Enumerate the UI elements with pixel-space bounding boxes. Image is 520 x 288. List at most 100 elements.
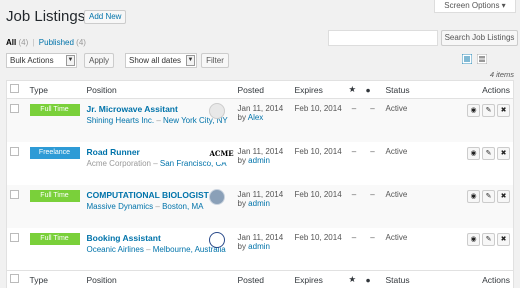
- row-checkbox-cell[interactable]: [7, 99, 27, 142]
- bulk-actions-value: Bulk Actions: [10, 56, 54, 65]
- pencil-icon: ✎: [485, 107, 492, 114]
- filled-column-header[interactable]: ●: [362, 80, 383, 99]
- expires-cell: Feb 10, 2014: [294, 189, 342, 199]
- add-new-button[interactable]: Add New: [84, 10, 127, 24]
- list-view-icon[interactable]: [462, 54, 472, 64]
- job-type-badge: Full Time: [29, 232, 80, 245]
- delete-button[interactable]: ✖: [497, 232, 510, 246]
- edit-button[interactable]: ✎: [482, 104, 495, 117]
- posted-by: by admin: [237, 198, 270, 208]
- row-checkbox-cell[interactable]: [7, 185, 27, 228]
- position-cell: Jr. Microwave Assitant Shining Hearts Inc…: [84, 99, 235, 142]
- row-checkbox-cell[interactable]: [7, 228, 27, 271]
- type-column-footer[interactable]: Type: [26, 270, 84, 288]
- filled-cell: –: [370, 232, 375, 242]
- select-all-checkbox[interactable]: [10, 274, 19, 283]
- pencil-icon: ✎: [485, 192, 492, 200]
- featured-cell: –: [351, 104, 357, 113]
- company-name: Oceanic Airlines: [86, 244, 144, 254]
- featured-cell: –: [351, 232, 357, 242]
- view-button[interactable]: ◉: [467, 104, 480, 117]
- author-link[interactable]: admin: [248, 156, 270, 165]
- user-icon: ●: [365, 274, 371, 285]
- bulk-actions-select[interactable]: Bulk Actions ▼: [6, 53, 77, 68]
- company-name: Shining Hearts Inc.: [86, 116, 155, 125]
- user-icon: ●: [365, 84, 371, 95]
- select-all-checkbox[interactable]: [10, 84, 19, 93]
- job-type-badge: Full Time: [29, 189, 80, 202]
- star-icon: ★: [348, 274, 357, 284]
- filled-cell: –: [370, 189, 375, 199]
- company-logo: [208, 103, 225, 119]
- posted-by: by admin: [237, 155, 270, 165]
- company-logo: [208, 188, 225, 205]
- edit-button[interactable]: ✎: [482, 232, 495, 246]
- filter-button[interactable]: Filter: [201, 53, 229, 68]
- position-column-footer[interactable]: Position: [83, 270, 235, 288]
- posted-cell: Jan 11, 2014 by admin: [235, 185, 292, 228]
- table-row: Full Time Booking Assistant Oceanic Airlin…: [7, 228, 514, 271]
- type-cell: Full Time: [27, 228, 84, 271]
- view-button[interactable]: ◉: [467, 189, 480, 203]
- posted-by: by admin: [237, 241, 270, 251]
- posted-column-footer[interactable]: Posted: [234, 270, 292, 288]
- posted-cell: Jan 11, 2014 by admin: [235, 142, 292, 185]
- filter-all-link[interactable]: All (4): [6, 38, 28, 47]
- table-row: Full Time COMPUTATIONAL BIOLOGIST Massive …: [6, 184, 514, 228]
- dates-select[interactable]: Show all dates ▼: [125, 53, 197, 68]
- author-link[interactable]: Alex: [248, 113, 264, 122]
- expires-column-header[interactable]: Expires: [291, 80, 346, 99]
- location-separator: –: [154, 116, 163, 125]
- position-cell: COMPUTATIONAL BIOLOGIST Massive Dynamics …: [84, 185, 235, 228]
- actions-column-header: Actions: [444, 80, 514, 99]
- star-icon: ★: [348, 84, 357, 94]
- position-column-header[interactable]: Position: [83, 80, 235, 99]
- close-icon: ✖: [500, 192, 507, 200]
- select-all-footer[interactable]: [6, 270, 27, 288]
- search-job-listings-button[interactable]: Search Job Listings: [441, 30, 518, 46]
- excerpt-view-icon[interactable]: [477, 54, 487, 64]
- delete-button[interactable]: ✖: [497, 146, 510, 160]
- location-separator: –: [153, 201, 163, 211]
- status-column-header: Status: [382, 80, 445, 99]
- type-column-header[interactable]: Type: [26, 80, 84, 99]
- filled-column-footer[interactable]: ●: [362, 270, 383, 288]
- screen-options-button[interactable]: Screen Options ▾: [434, 0, 516, 13]
- actions-cell: ◉ ✎ ✖: [445, 228, 514, 271]
- posted-column-header[interactable]: Posted: [234, 80, 292, 99]
- select-all-header[interactable]: [6, 80, 27, 99]
- posted-cell: Jan 11, 2014 by admin: [235, 228, 292, 271]
- author-link[interactable]: admin: [248, 199, 270, 208]
- row-checkbox[interactable]: [10, 232, 19, 242]
- featured-column-footer[interactable]: ★: [345, 270, 363, 288]
- featured-column-header[interactable]: ★: [345, 80, 363, 99]
- job-location-link[interactable]: Boston, MA: [162, 202, 203, 211]
- actions-cell: ◉ ✎ ✖: [445, 142, 514, 185]
- row-checkbox[interactable]: [10, 104, 19, 113]
- chevron-down-icon: ▼: [186, 55, 195, 66]
- posted-date: Jan 11, 2014: [237, 146, 284, 156]
- row-checkbox-cell[interactable]: [7, 142, 27, 185]
- row-checkbox[interactable]: [10, 189, 19, 199]
- status-cell: Active: [385, 104, 408, 113]
- filter-published-link[interactable]: Published (4): [39, 38, 86, 47]
- view-button[interactable]: ◉: [467, 232, 480, 246]
- author-link[interactable]: admin: [248, 242, 270, 251]
- view-button[interactable]: ◉: [467, 146, 480, 160]
- row-checkbox[interactable]: [10, 146, 19, 156]
- job-listings-table: Type Position Posted Expires ★ ● Status …: [6, 80, 514, 288]
- search-input[interactable]: [328, 30, 438, 46]
- table-header-row: Type Position Posted Expires ★ ● Status …: [6, 80, 514, 99]
- featured-cell: –: [351, 189, 357, 199]
- expires-column-footer[interactable]: Expires: [291, 270, 346, 288]
- expires-cell: Feb 10, 2014: [294, 104, 342, 113]
- delete-button[interactable]: ✖: [497, 189, 510, 203]
- dates-value: Show all dates: [129, 56, 182, 65]
- edit-button[interactable]: ✎: [482, 189, 495, 203]
- apply-button[interactable]: Apply: [84, 53, 114, 68]
- edit-button[interactable]: ✎: [482, 146, 495, 160]
- table-footer-row: Type Position Posted Expires ★ ● Status …: [6, 270, 514, 288]
- delete-button[interactable]: ✖: [497, 104, 510, 117]
- expires-cell: Feb 10, 2014: [294, 146, 342, 156]
- company-name: Acme Corporation: [86, 158, 151, 168]
